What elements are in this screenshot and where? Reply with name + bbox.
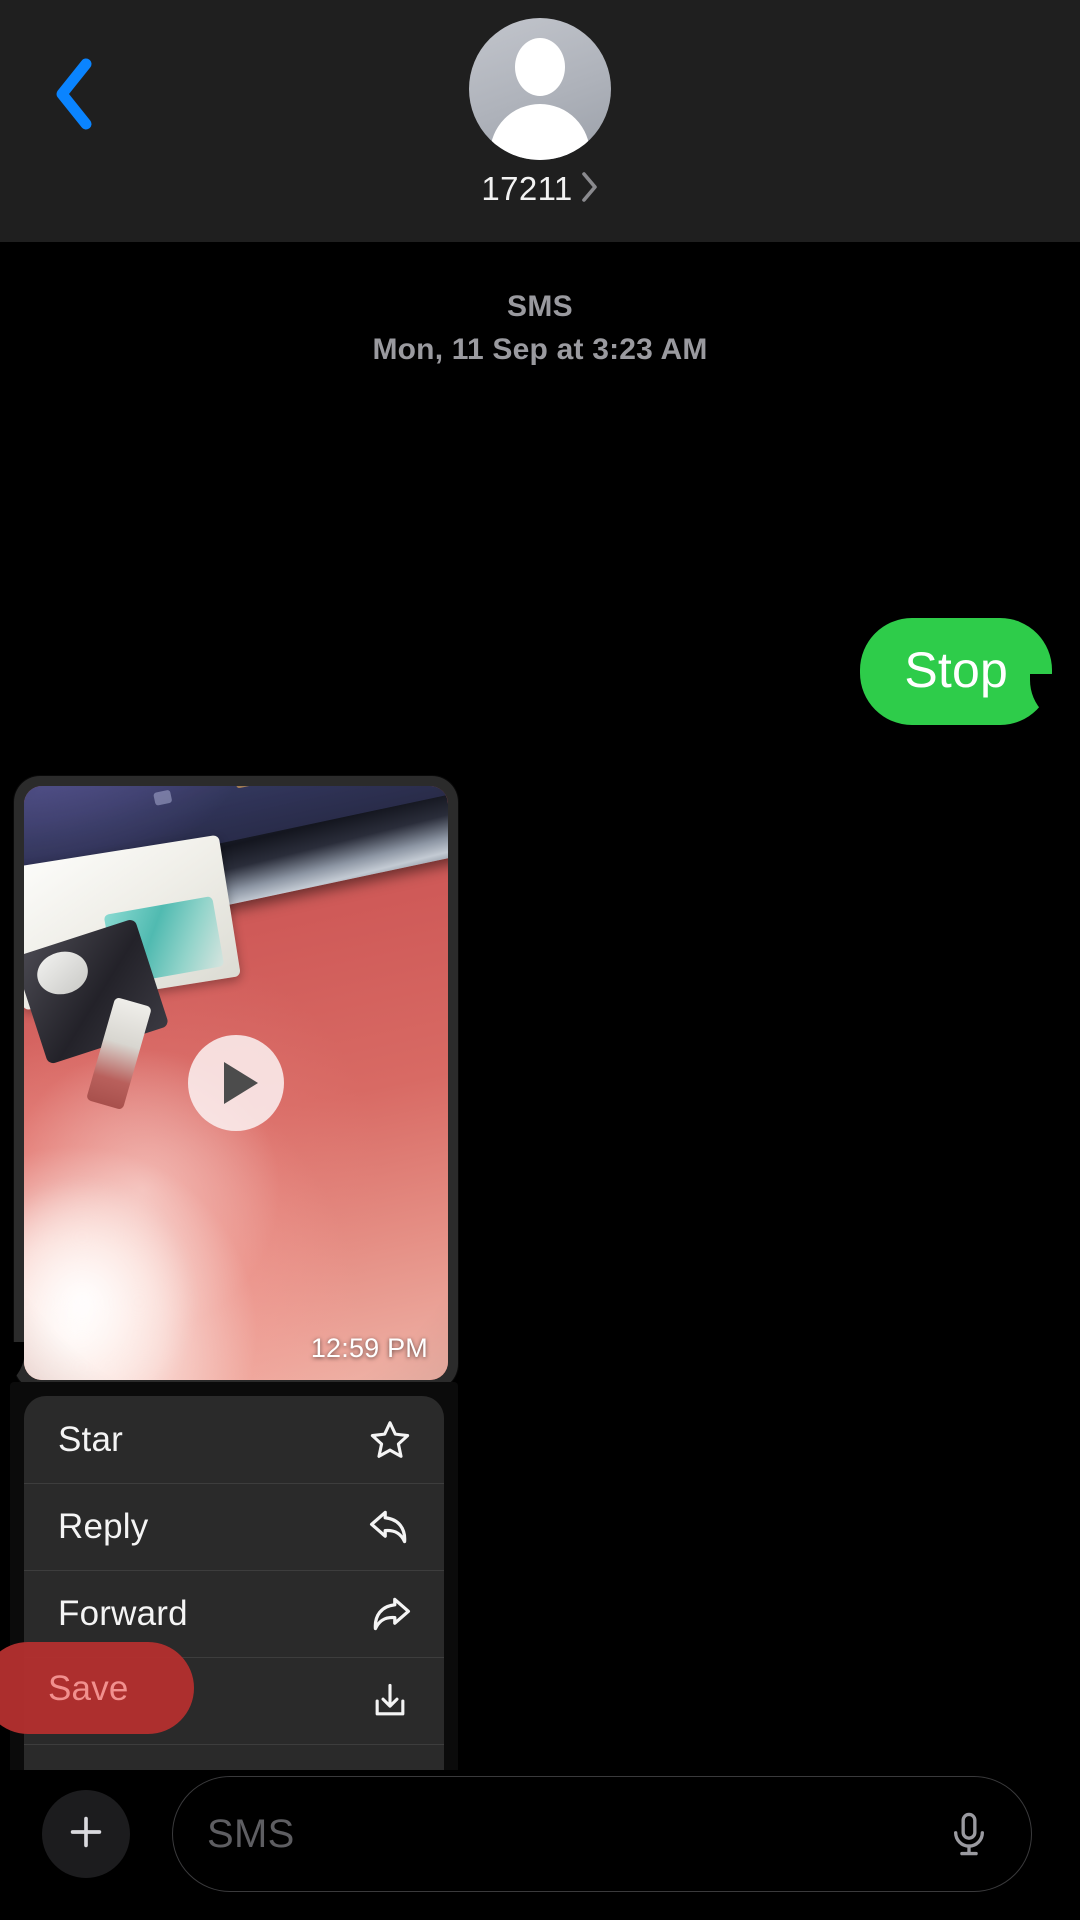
sms-input-placeholder: SMS: [207, 1811, 295, 1856]
download-icon: [366, 1677, 414, 1725]
star-icon: [366, 1416, 414, 1464]
back-button[interactable]: [32, 48, 112, 140]
contact-name: 17211: [481, 170, 573, 207]
menu-item-label: Forward: [58, 1593, 188, 1633]
bubble-tail-right: [1020, 673, 1068, 726]
reply-arrow-icon: [366, 1503, 414, 1551]
menu-item-label: Star: [58, 1419, 123, 1459]
person-avatar-icon: [469, 18, 611, 160]
incoming-video-bubble[interactable]: 12:59 PM: [5, 776, 458, 1390]
thread-meta: SMS Mon, 11 Sep at 3:23 AM: [0, 286, 1080, 371]
outgoing-message-bubble[interactable]: Stop: [860, 618, 1068, 726]
video-timestamp: 12:59 PM: [310, 1333, 428, 1363]
menu-item-forward[interactable]: Forward: [24, 1570, 444, 1657]
conversation-header: 17211: [0, 0, 1080, 242]
contact-info-button[interactable]: 17211: [469, 18, 611, 208]
outgoing-message-row: Stop: [860, 618, 1068, 726]
menu-item-star[interactable]: Star: [24, 1396, 444, 1483]
microphone-icon[interactable]: [941, 1806, 997, 1862]
add-attachment-button[interactable]: [42, 1790, 130, 1878]
messaging-screen: 17211 SMS Mon, 11 Sep at 3:23 AM Stop 12…: [0, 0, 1080, 1920]
chevron-left-icon: [50, 56, 94, 132]
message-composer: SMS: [0, 1770, 1080, 1920]
menu-item-save[interactable]: Save: [24, 1657, 444, 1744]
outgoing-message-text: Stop: [904, 642, 1008, 698]
message-datetime-label: Mon, 11 Sep at 3:23 AM: [372, 332, 708, 366]
play-icon[interactable]: [188, 1035, 284, 1131]
forward-arrow-icon: [366, 1590, 414, 1638]
menu-item-label: Reply: [58, 1506, 149, 1546]
plus-icon: [63, 1809, 109, 1860]
chevron-right-icon: [581, 171, 599, 208]
sms-input-field[interactable]: SMS: [172, 1776, 1032, 1892]
contact-name-row[interactable]: 17211: [481, 170, 598, 208]
menu-item-reply[interactable]: Reply: [24, 1483, 444, 1570]
message-kind-label: SMS: [507, 290, 573, 323]
video-thumbnail[interactable]: 12:59 PM: [24, 786, 448, 1380]
message-thread: SMS Mon, 11 Sep at 3:23 AM Stop 12:59 PM…: [0, 242, 1080, 1920]
